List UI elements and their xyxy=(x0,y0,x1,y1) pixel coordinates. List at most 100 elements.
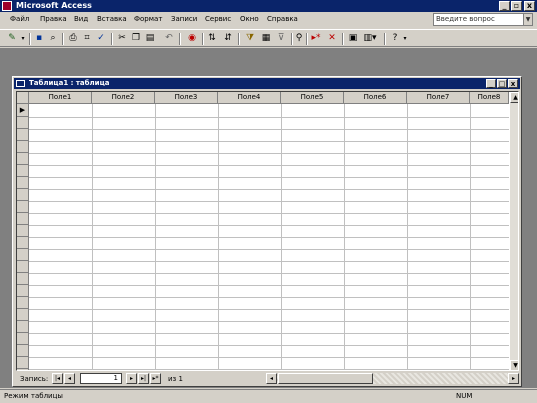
column-header[interactable]: Поле6 xyxy=(344,92,407,104)
row-selector[interactable] xyxy=(17,249,29,261)
menu-help[interactable]: Справка xyxy=(267,15,298,23)
scroll-left-button[interactable]: ◂ xyxy=(266,373,277,384)
scroll-up-button[interactable]: ▲ xyxy=(510,92,518,103)
row-selector[interactable] xyxy=(17,141,29,153)
preview-icon[interactable]: ⌗ xyxy=(81,32,93,45)
datasheet-grid[interactable]: Поле1 Поле2 Поле3 Поле4 Поле5 Поле6 Поле… xyxy=(16,91,519,371)
menu-view[interactable]: Вид xyxy=(74,15,88,23)
ask-question-placeholder: Введите вопрос xyxy=(436,15,495,23)
record-number-input[interactable]: 1 xyxy=(80,373,122,384)
current-row-selector[interactable]: ▶ xyxy=(17,104,29,117)
first-record-button[interactable]: |◂ xyxy=(52,373,63,384)
row-selector[interactable] xyxy=(17,369,29,370)
column-header[interactable]: Поле1 xyxy=(29,92,92,104)
print-icon[interactable]: ⎙ xyxy=(67,32,79,45)
menu-tools[interactable]: Сервис xyxy=(205,15,231,23)
prev-record-button[interactable]: ◂ xyxy=(64,373,75,384)
hyperlink-icon[interactable]: ◉ xyxy=(186,32,198,45)
filter-form-icon[interactable]: ▦ xyxy=(260,32,272,45)
help-icon[interactable]: ? xyxy=(389,32,401,45)
new-object-icon[interactable]: ▥▾ xyxy=(363,32,377,45)
column-header[interactable]: Поле4 xyxy=(218,92,281,104)
row-selector[interactable] xyxy=(17,297,29,309)
row-selector[interactable] xyxy=(17,165,29,177)
row-selector[interactable] xyxy=(17,237,29,249)
row-gridline xyxy=(29,333,509,334)
access-app-icon[interactable] xyxy=(2,1,12,11)
toolbar-separator xyxy=(384,33,386,45)
menu-format[interactable]: Формат xyxy=(134,15,162,23)
chevron-down-icon[interactable]: ▼ xyxy=(523,14,532,25)
row-selector[interactable] xyxy=(17,201,29,213)
row-selector[interactable] xyxy=(17,117,29,129)
minimize-button[interactable]: _ xyxy=(499,1,510,11)
row-selector[interactable] xyxy=(17,129,29,141)
filter-icon[interactable]: ⊽ xyxy=(275,32,287,45)
toolbar-separator xyxy=(202,33,204,45)
scroll-right-button[interactable]: ▸ xyxy=(508,373,519,384)
table-minimize-button[interactable]: _ xyxy=(486,79,496,88)
column-header[interactable]: Поле7 xyxy=(407,92,470,104)
undo-icon[interactable]: ↶ xyxy=(163,32,175,45)
column-header[interactable]: Поле8 xyxy=(470,92,509,104)
menu-window[interactable]: Окно xyxy=(240,15,259,23)
column-header[interactable]: Поле3 xyxy=(155,92,218,104)
toolbar-separator xyxy=(62,33,64,45)
record-navigation: Запись: |◂ ◂ 1 ▸ ▸| ▸* из 1 ◂ ▸ xyxy=(16,373,519,385)
search-icon[interactable]: ⌕ xyxy=(47,32,59,45)
horizontal-scrollbar[interactable]: ◂ ▸ xyxy=(266,373,519,384)
save-icon[interactable]: ▪ xyxy=(33,32,45,45)
row-selector[interactable] xyxy=(17,333,29,345)
row-selector[interactable] xyxy=(17,189,29,201)
scroll-thumb[interactable] xyxy=(278,373,373,384)
new-record-icon[interactable]: ▸* xyxy=(310,32,322,45)
select-all-corner[interactable] xyxy=(17,92,29,104)
toolbar-separator xyxy=(179,33,181,45)
row-selector[interactable] xyxy=(17,321,29,333)
menu-insert[interactable]: Вставка xyxy=(97,15,127,23)
row-selector[interactable] xyxy=(17,285,29,297)
copy-icon[interactable]: ❐ xyxy=(130,32,142,45)
sort-desc-icon[interactable]: ⇵ xyxy=(222,32,234,45)
new-record-nav-button[interactable]: ▸* xyxy=(150,373,161,384)
sort-asc-icon[interactable]: ⇅ xyxy=(206,32,218,45)
row-gridline xyxy=(29,237,509,238)
toolbar-separator xyxy=(238,33,240,45)
row-selector[interactable] xyxy=(17,153,29,165)
menu-edit[interactable]: Правка xyxy=(40,15,67,23)
row-selector[interactable] xyxy=(17,225,29,237)
row-selector[interactable] xyxy=(17,177,29,189)
table-maximize-button[interactable]: □ xyxy=(497,79,507,88)
row-selector[interactable] xyxy=(17,357,29,369)
row-selector[interactable] xyxy=(17,273,29,285)
column-header[interactable]: Поле5 xyxy=(281,92,344,104)
vertical-scrollbar[interactable]: ▲ ▼ xyxy=(509,92,518,370)
row-selector[interactable] xyxy=(17,261,29,273)
spelling-icon[interactable]: ✓ xyxy=(95,32,107,45)
view-icon[interactable]: ✎ xyxy=(5,32,19,45)
restore-button[interactable]: ▫ xyxy=(511,1,522,11)
ask-question-box[interactable]: Введите вопрос ▼ xyxy=(433,13,533,26)
row-selector[interactable] xyxy=(17,309,29,321)
column-header[interactable]: Поле2 xyxy=(92,92,155,104)
row-selector[interactable] xyxy=(17,213,29,225)
last-record-button[interactable]: ▸| xyxy=(138,373,149,384)
table-close-button[interactable]: x xyxy=(508,79,518,88)
chevron-down-icon[interactable]: ▾ xyxy=(20,32,26,45)
find-icon[interactable]: ⚲ xyxy=(293,32,305,45)
delete-record-icon[interactable]: ✕ xyxy=(326,32,338,45)
table-icon[interactable] xyxy=(16,80,25,87)
next-record-button[interactable]: ▸ xyxy=(126,373,137,384)
properties-icon[interactable]: ▣ xyxy=(347,32,359,45)
toolbar-options-icon[interactable]: ▾ xyxy=(402,32,408,45)
menu-records[interactable]: Записи xyxy=(171,15,197,23)
scroll-down-button[interactable]: ▼ xyxy=(510,360,518,370)
menu-file[interactable]: Файл xyxy=(10,15,29,23)
row-gridline xyxy=(29,249,509,250)
row-selector[interactable] xyxy=(17,345,29,357)
cut-icon[interactable]: ✂ xyxy=(116,32,128,45)
row-gridline xyxy=(29,357,509,358)
close-button[interactable]: x xyxy=(524,1,535,11)
paste-icon[interactable]: ▤ xyxy=(144,32,156,45)
filter-selection-icon[interactable]: ⧩ xyxy=(244,32,256,45)
